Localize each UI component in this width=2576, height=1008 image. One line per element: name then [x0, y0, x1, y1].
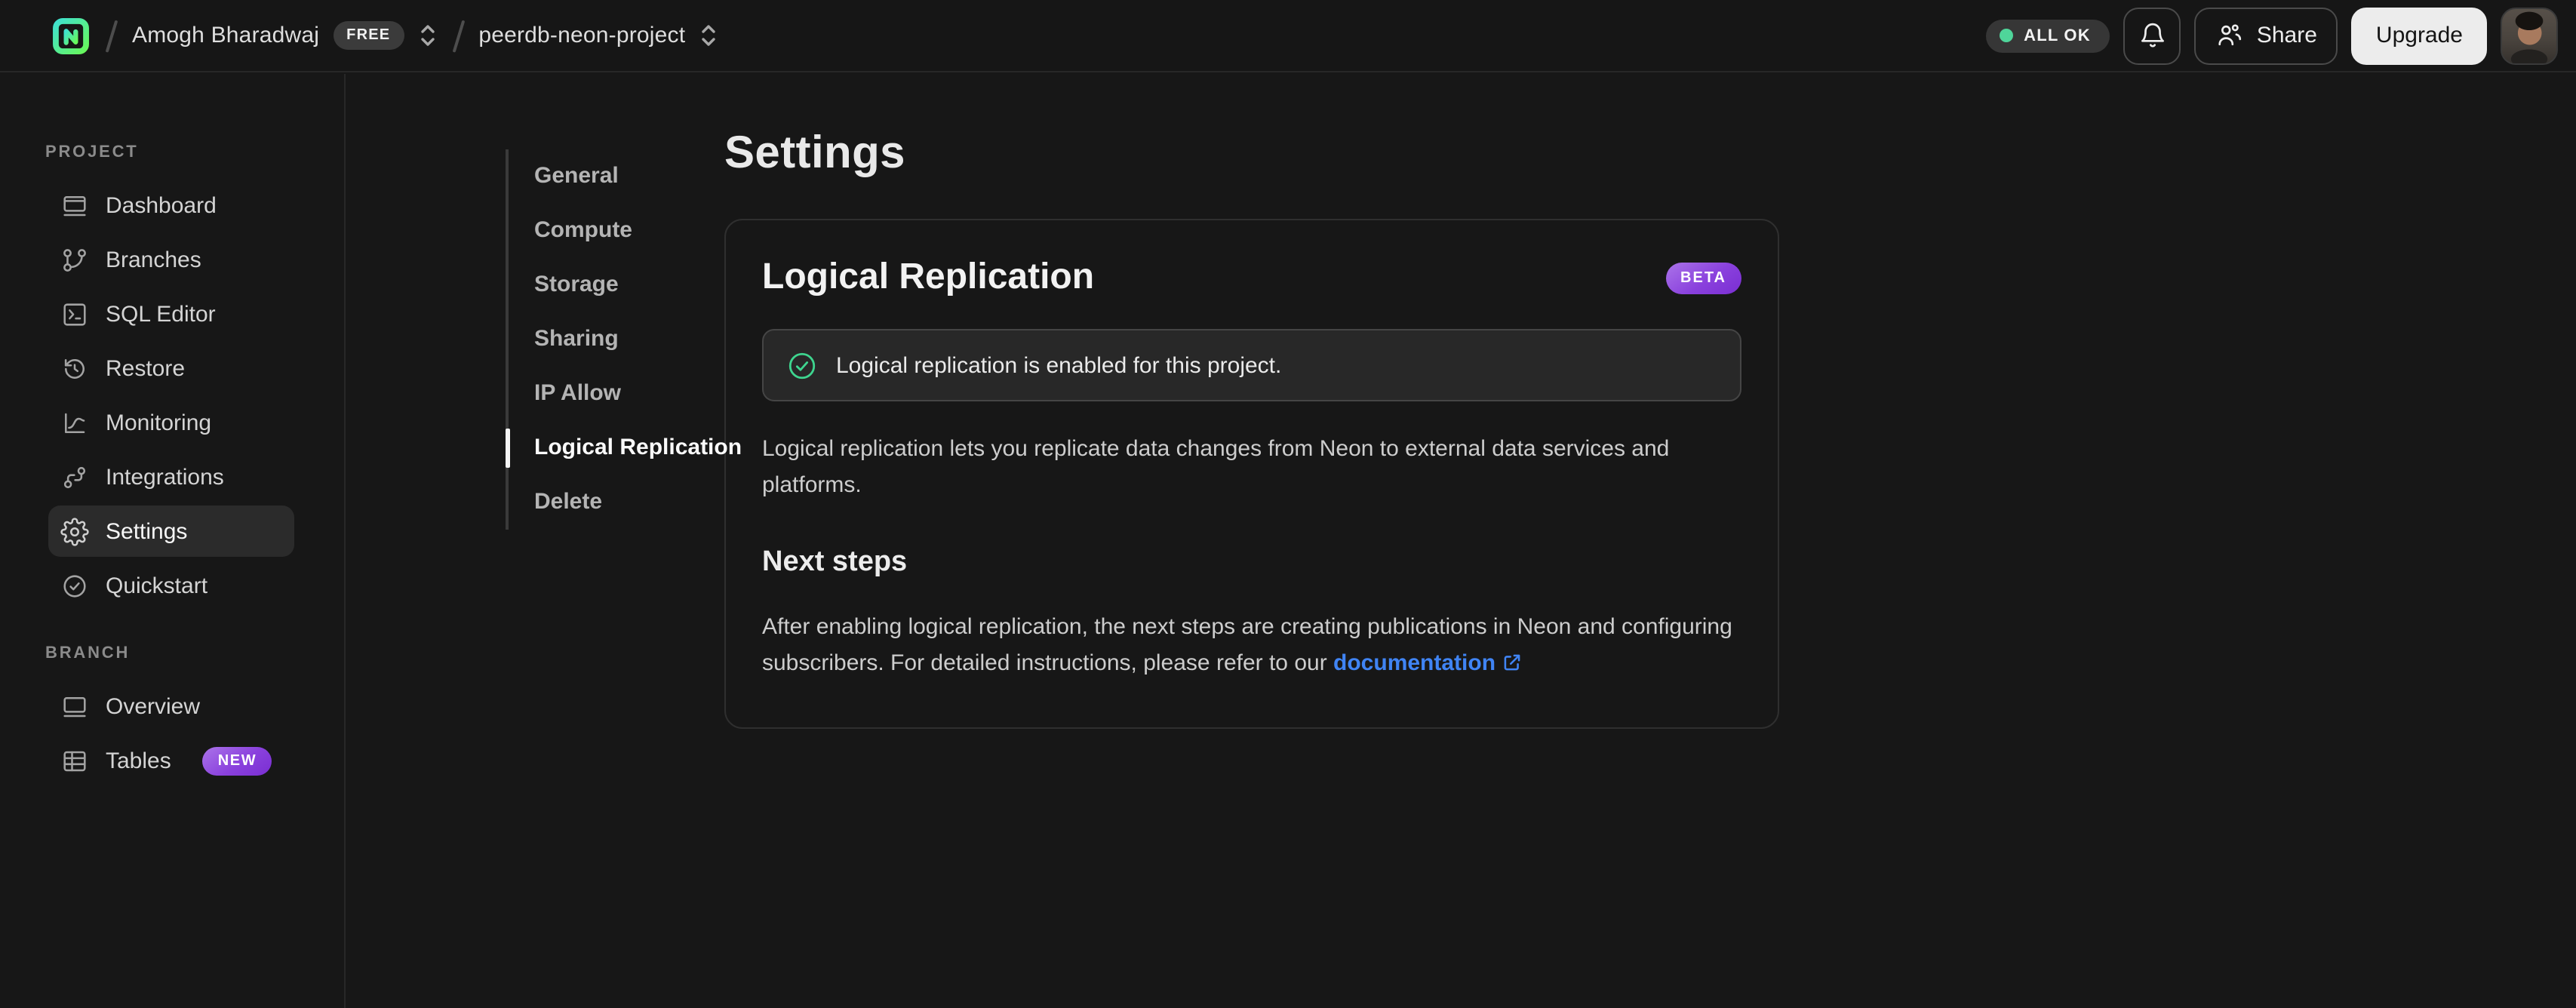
- logical-replication-card: Logical Replication BETA Logical replica…: [724, 219, 1779, 729]
- user-avatar[interactable]: [2501, 7, 2558, 64]
- status-badge[interactable]: ALL OK: [1986, 19, 2110, 52]
- breadcrumb-slash-icon: [105, 19, 118, 52]
- main-panel: Settings Logical Replication BETA Logica…: [724, 74, 2576, 1008]
- sidebar-item-integrations[interactable]: Integrations: [48, 451, 294, 502]
- org-name: Amogh Bharadwaj: [132, 23, 320, 48]
- sidebar-item-sql-editor[interactable]: SQL Editor: [48, 288, 294, 340]
- sidebar-section-project: PROJECT: [45, 143, 139, 161]
- status-label: ALL OK: [2024, 26, 2091, 45]
- breadcrumb: Amogh Bharadwaj FREE peerdb-neon-project: [51, 16, 718, 55]
- sidebar-item-label: Quickstart: [106, 573, 208, 598]
- chevron-updown-icon[interactable]: [417, 23, 437, 48]
- intro-text: Logical replication lets you replicate d…: [762, 436, 1670, 498]
- org-switcher[interactable]: Amogh Bharadwaj FREE: [132, 21, 437, 50]
- sidebar-item-label: Tables: [106, 748, 171, 773]
- sidebar-section-branch: BRANCH: [45, 644, 131, 662]
- sidebar-item-overview[interactable]: Overview: [48, 681, 294, 732]
- banner-text: Logical replication is enabled for this …: [836, 352, 1282, 378]
- sidebar-item-label: Dashboard: [106, 192, 217, 218]
- sidebar-item-label: Settings: [106, 518, 188, 544]
- breadcrumb-slash-icon: [451, 19, 464, 52]
- page-title: Settings: [724, 128, 905, 178]
- sidebar-item-restore[interactable]: Restore: [48, 343, 294, 394]
- sidebar-item-label: SQL Editor: [106, 301, 216, 327]
- sidebar-branch-list: Overview Tables NEW: [48, 681, 294, 786]
- workflow-icon: [60, 463, 89, 491]
- users-icon: [2219, 24, 2242, 46]
- plan-badge: FREE: [333, 21, 404, 50]
- project-switcher[interactable]: peerdb-neon-project: [478, 23, 718, 48]
- neon-console: Amogh Bharadwaj FREE peerdb-neon-project: [0, 0, 2576, 1008]
- project-name: peerdb-neon-project: [478, 23, 686, 48]
- chart-curve-icon: [60, 408, 89, 437]
- git-branch-icon: [60, 245, 89, 274]
- browser-window-icon: [60, 692, 89, 721]
- chevron-updown-icon[interactable]: [699, 23, 718, 48]
- upgrade-button[interactable]: Upgrade: [2351, 7, 2487, 64]
- bell-icon: [2141, 23, 2164, 48]
- card-title: Logical Replication: [762, 257, 1095, 297]
- content-area: PROJECT Dashboard Branches SQL Editor Re…: [0, 74, 2576, 1008]
- top-bar-actions: ALL OK Share Upgrade: [1986, 7, 2558, 64]
- next-steps-before-link: After enabling logical replication, the …: [762, 614, 1732, 676]
- sidebar-item-label: Overview: [106, 693, 201, 719]
- success-banner: Logical replication is enabled for this …: [762, 329, 1741, 401]
- history-clock-icon: [60, 354, 89, 383]
- new-badge: NEW: [202, 746, 272, 775]
- sidebar-item-settings[interactable]: Settings: [48, 506, 294, 557]
- upgrade-label: Upgrade: [2375, 23, 2463, 48]
- sql-terminal-icon: [60, 300, 89, 328]
- subnav-item-storage[interactable]: Storage: [509, 258, 724, 312]
- beta-badge: BETA: [1665, 262, 1741, 293]
- settings-subnav: General Compute Storage Sharing IP Allow…: [346, 74, 742, 1008]
- subnav-item-delete[interactable]: Delete: [509, 475, 724, 530]
- sidebar-item-label: Integrations: [106, 464, 224, 490]
- sidebar-item-tables[interactable]: Tables NEW: [48, 735, 294, 786]
- sidebar: PROJECT Dashboard Branches SQL Editor Re…: [0, 74, 346, 1008]
- next-steps-text: After enabling logical replication, the …: [762, 610, 1741, 682]
- subnav-item-ip-allow[interactable]: IP Allow: [509, 367, 724, 421]
- documentation-link[interactable]: documentation: [1333, 650, 1495, 676]
- subnav-item-sharing[interactable]: Sharing: [509, 312, 724, 367]
- check-circle-icon: [786, 349, 818, 381]
- sidebar-item-branches[interactable]: Branches: [48, 234, 294, 285]
- sidebar-item-monitoring[interactable]: Monitoring: [48, 397, 294, 448]
- top-bar: Amogh Bharadwaj FREE peerdb-neon-project: [0, 0, 2576, 72]
- share-label: Share: [2256, 23, 2317, 48]
- gear-icon: [60, 517, 89, 545]
- check-circle-icon: [60, 571, 89, 600]
- sidebar-item-label: Monitoring: [106, 410, 212, 435]
- dashboard-icon: [60, 191, 89, 220]
- sidebar-item-dashboard[interactable]: Dashboard: [48, 180, 294, 231]
- subnav-item-logical-replication[interactable]: Logical Replication: [506, 421, 742, 475]
- sidebar-project-list: Dashboard Branches SQL Editor Restore Mo…: [48, 180, 294, 611]
- next-steps-heading: Next steps: [762, 546, 908, 578]
- sidebar-item-quickstart[interactable]: Quickstart: [48, 560, 294, 611]
- neon-logo-icon[interactable]: [51, 16, 91, 55]
- status-dot-icon: [2000, 29, 2014, 42]
- notifications-button[interactable]: [2123, 7, 2181, 64]
- share-button[interactable]: Share: [2194, 7, 2338, 64]
- subnav-item-general[interactable]: General: [509, 149, 724, 204]
- subnav-item-compute[interactable]: Compute: [509, 204, 724, 258]
- table-grid-icon: [60, 746, 89, 775]
- sidebar-item-label: Restore: [106, 355, 186, 381]
- external-link-icon[interactable]: [1502, 652, 1523, 673]
- sidebar-item-label: Branches: [106, 247, 201, 272]
